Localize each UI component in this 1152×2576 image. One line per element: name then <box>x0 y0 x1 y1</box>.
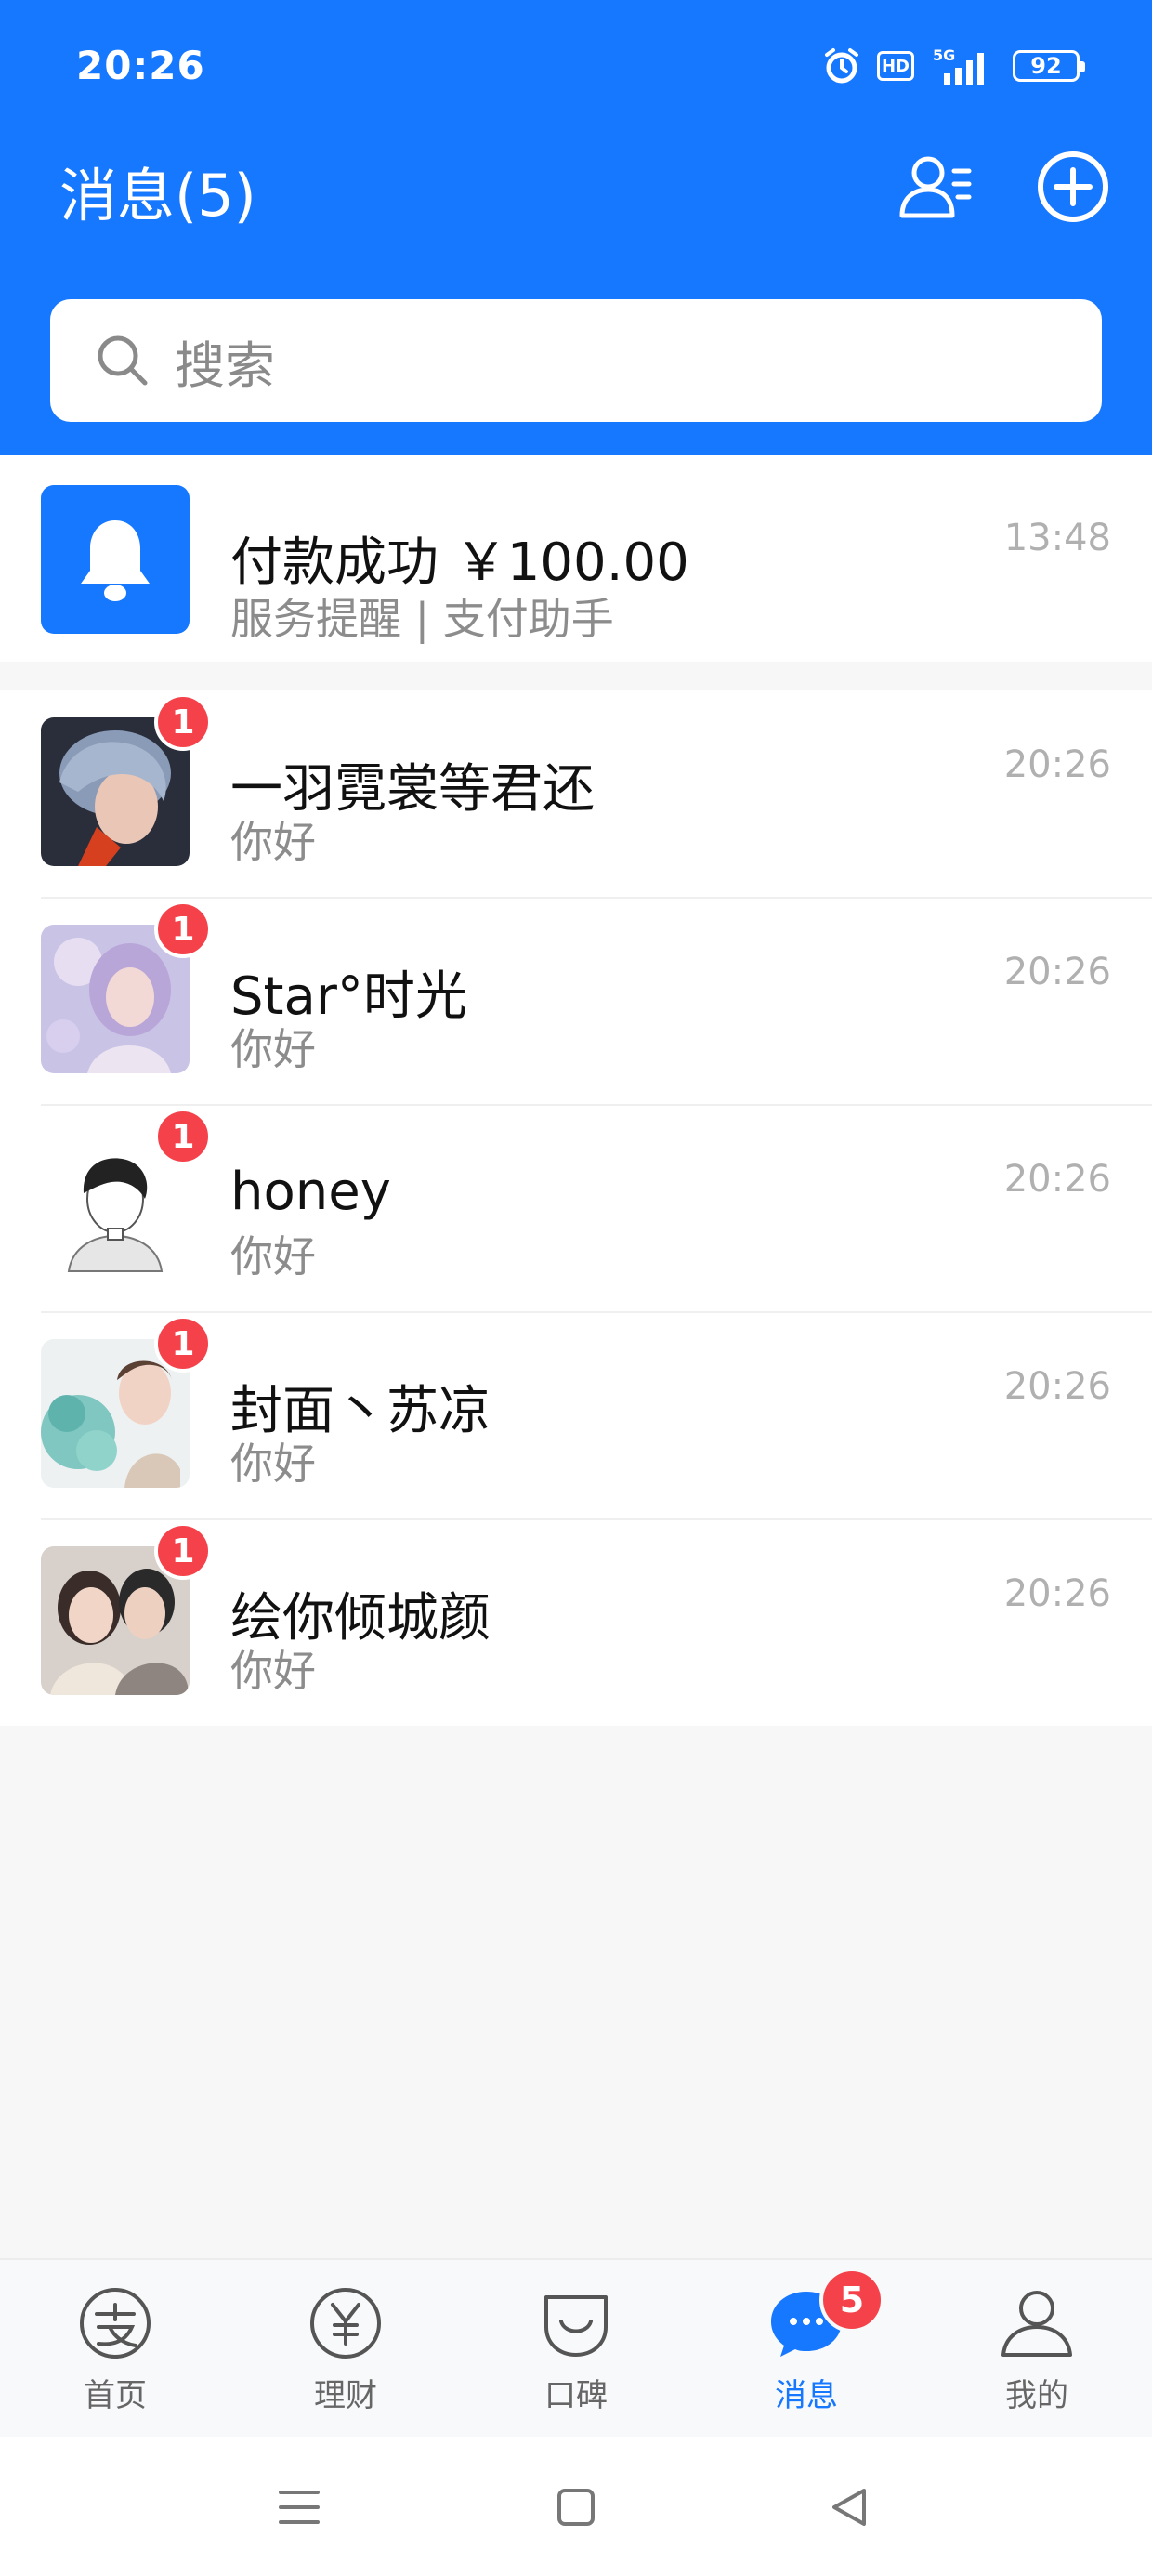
status-bar: 20:26 HD 5G 92 <box>0 0 1152 139</box>
chat-time: 20:26 <box>1003 1572 1111 1615</box>
chat-row[interactable]: 1 honey 你好 20:26 <box>0 1104 1152 1311</box>
message-subtitle: 服务提醒 | 支付助手 <box>230 594 614 644</box>
plus-circle-icon <box>1038 151 1108 222</box>
system-navigation-bar <box>0 2437 1152 2576</box>
tab-label: 首页 <box>84 2377 147 2414</box>
tab-messages[interactable]: 5 消息 <box>691 2260 922 2437</box>
chat-preview: 你好 <box>230 1439 316 1489</box>
back-triangle-icon <box>832 2489 866 2526</box>
chat-row[interactable]: 1 Star°时光 你好 20:26 <box>0 897 1152 1104</box>
unread-badge: 1 <box>154 1315 212 1373</box>
svg-text:5G: 5G <box>933 46 955 64</box>
chat-time: 20:26 <box>1003 1365 1111 1408</box>
chat-preview: 你好 <box>230 817 316 867</box>
alarm-icon <box>825 48 858 84</box>
chat-list: 1 一羽霓裳等君还 你好 20:26 1 Star°时光 你好 20:26 1 … <box>0 690 1152 1726</box>
chat-time: 20:26 <box>1003 951 1111 993</box>
chat-preview: 你好 <box>230 1231 316 1281</box>
person-icon <box>998 2284 1076 2362</box>
search-icon <box>98 335 148 386</box>
page-title: 消息(5) <box>59 162 256 230</box>
unread-badge: 1 <box>154 1522 212 1580</box>
bell-icon <box>81 520 150 601</box>
chat-time: 20:26 <box>1003 743 1111 786</box>
tab-label: 我的 <box>1005 2377 1068 2414</box>
menu-icon <box>279 2491 320 2524</box>
unread-badge: 1 <box>154 1108 212 1165</box>
tab-label: 理财 <box>314 2377 377 2414</box>
message-title: 付款成功 ￥100.00 <box>230 532 689 593</box>
contacts-button[interactable] <box>894 145 977 229</box>
home-button[interactable] <box>548 2479 604 2535</box>
chat-row[interactable]: 1 一羽霓裳等君还 你好 20:26 <box>0 690 1152 897</box>
tab-koubei[interactable]: 口碑 <box>461 2260 691 2437</box>
signal-icon: 5G <box>933 46 984 85</box>
chat-row[interactable]: 1 绘你倾城颜 你好 20:26 <box>0 1518 1152 1726</box>
search-placeholder: 搜索 <box>175 335 275 395</box>
tab-unread-badge: 5 <box>819 2267 884 2333</box>
contacts-icon <box>899 156 972 218</box>
search-input[interactable]: 搜索 <box>50 299 1102 422</box>
status-time: 20:26 <box>76 43 205 88</box>
system-message-row[interactable]: 付款成功 ￥100.00 服务提醒 | 支付助手 13:48 <box>0 455 1152 663</box>
battery-icon: 92 <box>1013 50 1085 82</box>
tab-finance[interactable]: 理财 <box>230 2260 461 2437</box>
back-button[interactable] <box>821 2479 877 2535</box>
message-time: 13:48 <box>1003 517 1111 559</box>
add-button[interactable] <box>1031 145 1115 229</box>
chat-row[interactable]: 1 封面丶苏凉 你好 20:26 <box>0 1311 1152 1518</box>
chat-name: honey <box>230 1162 391 1222</box>
alipay-icon <box>76 2284 154 2362</box>
tab-label: 口碑 <box>544 2377 608 2414</box>
tab-me[interactable]: 我的 <box>922 2260 1152 2437</box>
square-icon <box>557 2489 595 2526</box>
status-icons: HD 5G 92 <box>823 43 1085 89</box>
header: 20:26 HD 5G 92 消息(5) 搜索 <box>0 0 1152 455</box>
system-message-list: 付款成功 ￥100.00 服务提醒 | 支付助手 13:48 <box>0 455 1152 662</box>
koubei-icon <box>537 2284 615 2362</box>
chat-time: 20:26 <box>1003 1158 1111 1201</box>
tab-label: 消息 <box>775 2377 838 2414</box>
bottom-tab-bar: 首页 理财 口碑 5 消息 我的 <box>0 2258 1152 2437</box>
notification-avatar <box>41 485 190 634</box>
chat-preview: 你好 <box>230 1024 316 1074</box>
recent-apps-button[interactable] <box>271 2479 327 2535</box>
unread-badge: 1 <box>154 900 212 958</box>
yuan-icon <box>307 2284 385 2362</box>
hd-icon: HD <box>877 51 914 81</box>
chat-preview: 你好 <box>230 1646 316 1696</box>
unread-badge: 1 <box>154 693 212 751</box>
tab-home[interactable]: 首页 <box>0 2260 230 2437</box>
